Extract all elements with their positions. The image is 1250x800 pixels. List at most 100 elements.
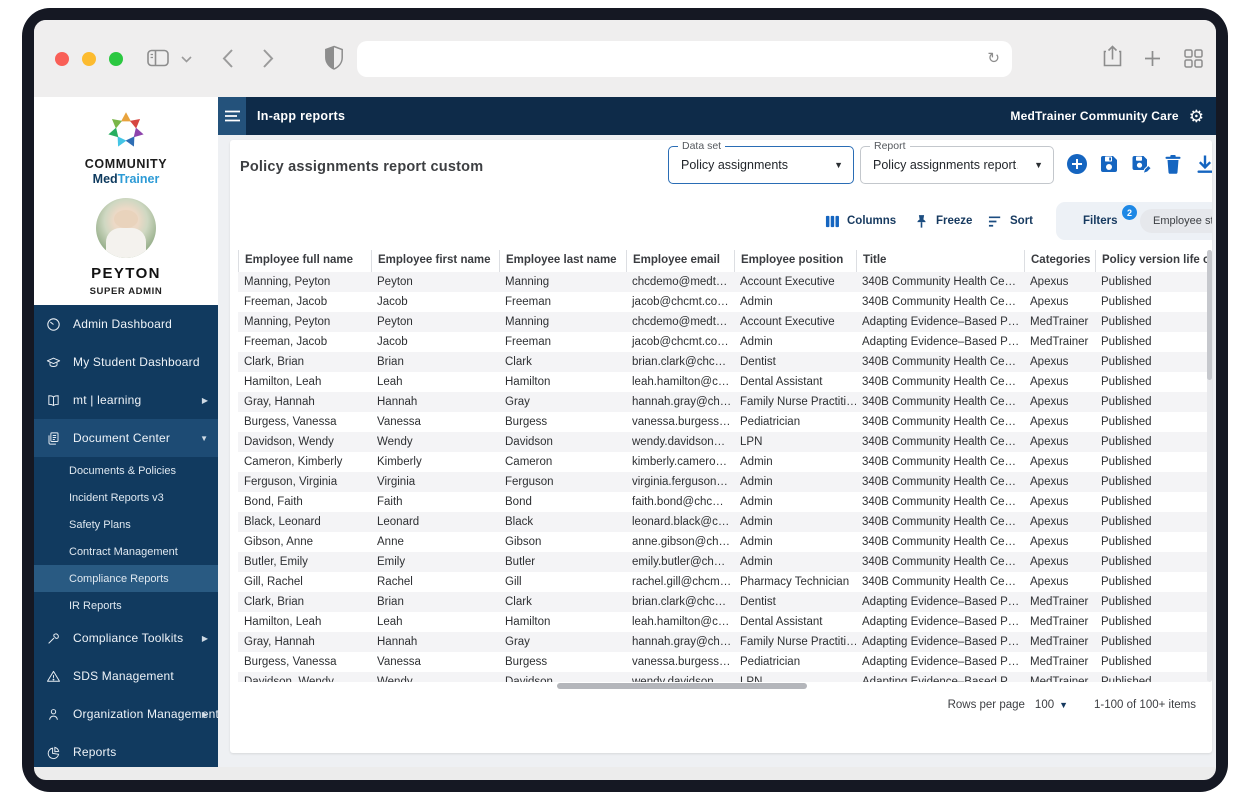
save-report-button[interactable]	[1098, 153, 1120, 175]
table-cell: Leah	[377, 376, 403, 388]
warning-triangle-icon	[46, 669, 61, 684]
chevron-down-icon[interactable]	[181, 56, 192, 63]
freeze-button[interactable]: Freeze	[914, 202, 972, 240]
table-cell: Account Executive	[740, 316, 835, 328]
table-cell: 340B Community Health Ce…	[862, 356, 1017, 368]
table-cell: hannah.gray@ch…	[632, 636, 732, 648]
table-cell: 340B Community Health Ce…	[862, 376, 1017, 388]
filters-count-badge: 2	[1122, 205, 1137, 220]
table-cell: Apexus	[1030, 296, 1069, 308]
columns-button[interactable]: Columns	[825, 202, 896, 240]
table-cell: Clark, Brian	[244, 356, 305, 368]
sidebar-item-sds-management[interactable]: SDS Management	[34, 657, 218, 695]
table-cell: Published	[1101, 556, 1152, 568]
download-report-button[interactable]	[1194, 153, 1212, 175]
table-cell: Leonard	[377, 516, 420, 528]
table-cell: Manning, Peyton	[244, 276, 331, 288]
zoom-window-button[interactable]	[109, 52, 123, 66]
table-cell: Manning	[505, 316, 550, 328]
column-header[interactable]: Employee email	[626, 250, 734, 272]
sidebar-item-documents-policies[interactable]: Documents & Policies	[34, 457, 218, 484]
chevron-right-icon: ▶	[201, 633, 208, 643]
table-cell: Burgess	[505, 416, 548, 428]
table-cell: Jacob	[377, 296, 408, 308]
sidebar-item-organization-management[interactable]: Organization Management ▶	[34, 695, 218, 733]
sidebar-item-reports[interactable]: Reports	[34, 733, 218, 767]
user-name: PEYTON	[91, 265, 161, 282]
table-cell: Cameron, Kimberly	[244, 456, 343, 468]
privacy-shield-icon[interactable]	[324, 45, 344, 71]
table-cell: Apexus	[1030, 396, 1069, 408]
new-tab-icon[interactable]	[1144, 50, 1161, 67]
column-header[interactable]: Categories	[1024, 250, 1095, 272]
chevron-down-icon: ▼	[200, 433, 208, 443]
table-cell: Peyton	[377, 316, 413, 328]
table-cell: chcdemo@medt…	[632, 276, 728, 288]
column-header[interactable]: Employee last name	[499, 250, 626, 272]
column-header[interactable]: Employee first name	[371, 250, 499, 272]
report-select[interactable]: Report Policy assignments report… ▼	[860, 140, 1054, 184]
filters-panel: Filters 2 Employee status	[1056, 202, 1212, 240]
sidebar-item-incident-reports-v3[interactable]: Incident Reports v3	[34, 484, 218, 511]
table-cell: vanessa.burgess…	[632, 416, 731, 428]
forward-icon[interactable]	[262, 48, 274, 69]
sidebar-item-admin-dashboard[interactable]: Admin Dashboard	[34, 305, 218, 343]
close-window-button[interactable]	[55, 52, 69, 66]
user-avatar[interactable]	[96, 198, 156, 258]
vertical-scrollbar[interactable]	[1207, 250, 1212, 682]
table-body: Manning, Peyton Peyton Manning chcdemo@medt…	[238, 272, 1208, 682]
filter-chip-employee-status[interactable]: Employee status	[1140, 209, 1212, 233]
share-icon[interactable]	[1102, 45, 1123, 71]
table-cell: Leah	[377, 616, 403, 628]
column-header[interactable]: Title	[856, 250, 1024, 272]
table-cell: Davidson, Wendy	[244, 436, 334, 448]
delete-report-button[interactable]	[1162, 153, 1184, 175]
minimize-window-button[interactable]	[82, 52, 96, 66]
graduation-cap-icon	[46, 355, 61, 370]
rows-per-page-select[interactable]: 100 ▼	[1035, 699, 1068, 711]
menu-toggle-button[interactable]	[218, 97, 246, 135]
table-cell: Published	[1101, 656, 1152, 668]
settings-gear-icon[interactable]: ⚙	[1189, 108, 1204, 125]
table-cell: Freeman	[505, 296, 552, 308]
add-report-button[interactable]	[1066, 153, 1088, 175]
table-cell: LPN	[740, 676, 763, 682]
back-icon[interactable]	[222, 48, 234, 69]
sidebar-item-my-student-dashboard[interactable]: My Student Dashboard	[34, 343, 218, 381]
table-cell: jacob@chcmt.co…	[632, 296, 729, 308]
dataset-select[interactable]: Data set Policy assignments ▼	[668, 140, 854, 184]
sidebar-item-mt-learning[interactable]: mt | learning ▶	[34, 381, 218, 419]
table-cell: Admin	[740, 336, 773, 348]
horizontal-scrollbar[interactable]	[557, 683, 807, 689]
table-cell: Apexus	[1030, 496, 1069, 508]
table-cell: Hannah	[377, 396, 418, 408]
sidebar-item-ir-reports[interactable]: IR Reports	[34, 592, 218, 619]
column-header[interactable]: Policy version life cycle	[1095, 250, 1212, 272]
filters-button[interactable]: Filters	[1076, 202, 1118, 240]
column-header[interactable]: Employee full name	[238, 250, 371, 272]
sidebar-toggle-icon[interactable]	[146, 48, 171, 69]
column-header[interactable]: Employee position	[734, 250, 856, 272]
address-bar[interactable]: ↻	[357, 41, 1012, 77]
pie-chart-icon	[46, 745, 61, 760]
sidebar-item-compliance-reports[interactable]: Compliance Reports	[34, 565, 218, 592]
reload-icon[interactable]: ↻	[987, 49, 1000, 67]
sidebar-item-compliance-toolkits[interactable]: Compliance Toolkits ▶	[34, 619, 218, 657]
table-cell: 340B Community Health Ce…	[862, 576, 1017, 588]
sidebar-item-safety-plans[interactable]: Safety Plans	[34, 511, 218, 538]
table-cell: Freeman, Jacob	[244, 336, 328, 348]
vertical-scrollbar-thumb[interactable]	[1207, 250, 1212, 380]
sidebar-item-document-center[interactable]: Document Center ▼	[34, 419, 218, 457]
sidebar-item-contract-management[interactable]: Contract Management	[34, 538, 218, 565]
table-cell: Published	[1101, 596, 1152, 608]
table-cell: Pediatrician	[740, 416, 801, 428]
rows-per-page-label: Rows per page	[947, 699, 1025, 711]
table-cell: Freeman, Jacob	[244, 296, 328, 308]
save-as-report-button[interactable]	[1130, 153, 1152, 175]
dropdown-caret-icon: ▼	[1059, 700, 1069, 710]
table-cell: Hamilton, Leah	[244, 376, 322, 388]
sort-button[interactable]: Sort	[988, 202, 1033, 240]
table-cell: Admin	[740, 496, 773, 508]
tab-overview-icon[interactable]	[1184, 49, 1203, 68]
table-cell: Vanessa	[377, 416, 421, 428]
